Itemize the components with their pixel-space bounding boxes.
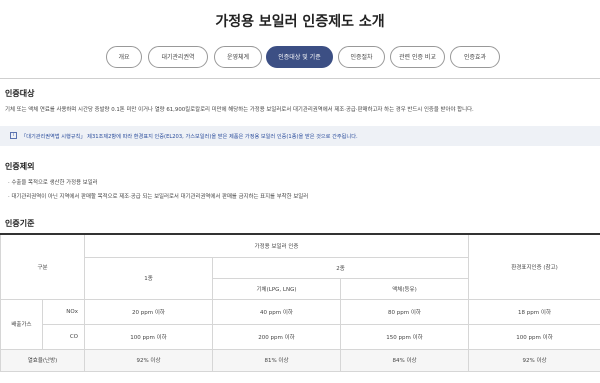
cell-value: 92% 이상 <box>468 348 600 372</box>
criteria-table: 구분 가정용 보일러 인증 환경표지인증 (참고) 1종 2종 기체(LPG, … <box>0 233 600 383</box>
table-row: 배출가스 NOx 20 ppm 이하 40 ppm 이하 80 ppm 이하 1… <box>0 298 600 350</box>
exclusion-item: · 대기관리권역이 아닌 지역에서 판매할 목적으로 제조·공급 되는 보일러로… <box>8 194 309 200</box>
page-title: 가정용 보일러 인증제도 소개 <box>215 14 385 30</box>
cell-value: 18 ppm 이하 <box>468 298 600 325</box>
cell-value: 92% 이상 <box>84 348 213 372</box>
row-emission-label: 배출가스 <box>0 298 43 350</box>
section-criteria-title: 인증기준 <box>5 219 35 228</box>
col-type1: 1종 <box>84 256 213 300</box>
exclusion-item: · 수출을 목적으로 생산한 가정용 보일러 <box>8 180 98 186</box>
cell-value: 100 ppm 이하 <box>468 323 600 350</box>
col-type2-liquid: 액체(등유) <box>339 277 470 300</box>
row-label: CO <box>42 323 85 350</box>
note-text: 「대기관리권역법 시행규칙」 제31조제2항에 따라 환경표지 인증(EL203… <box>21 134 358 140</box>
cell-value: 84% 이상 <box>339 348 470 372</box>
tab-target-and-criteria[interactable]: 인증대상 및 기준 <box>266 46 333 68</box>
cell-value: 150 ppm 이하 <box>339 323 470 350</box>
table-row: CO 100 ppm 이하 200 ppm 이하 150 ppm 이하 100 … <box>1 323 600 350</box>
cell-value: 200 ppm 이하 <box>212 323 341 350</box>
cell-value: 20 ppm 이하 <box>84 298 213 325</box>
section-target-title: 인증대상 <box>5 89 35 98</box>
tab-effects[interactable]: 인증효과 <box>450 46 500 68</box>
divider <box>0 78 600 79</box>
section-exclusion-title: 인증제외 <box>5 162 35 171</box>
tab-air-management-zone[interactable]: 대기관리권역 <box>148 46 208 68</box>
row-label: NOx <box>42 298 85 325</box>
cell-value: 100 ppm 이하 <box>84 323 213 350</box>
info-icon: i <box>10 132 17 139</box>
tab-comparison[interactable]: 관련 인증 비교 <box>390 46 445 68</box>
col-category: 구분 <box>0 233 85 300</box>
cell-value: 40 ppm 이하 <box>212 298 341 325</box>
tab-operation-system[interactable]: 운영체계 <box>214 46 262 68</box>
target-text: 기체 또는 액체 연료를 사용하며 시간당 증발량 0.1톤 미만 이거나 열량… <box>5 107 474 113</box>
row-efficiency-label: 열효율(난방) <box>0 348 85 372</box>
tab-bar: 개요 대기관리권역 운영체계 인증대상 및 기준 인증절차 관련 인증 비교 인… <box>106 46 506 70</box>
table-row: 열효율(난방) 92% 이상 81% 이상 84% 이상 92% 이상 <box>0 348 600 372</box>
col-group-header: 가정용 보일러 인증 <box>83 233 470 258</box>
note-box: i 「대기관리권역법 시행규칙」 제31조제2항에 따라 환경표지 인증(EL2… <box>0 126 600 146</box>
cell-value: 80 ppm 이하 <box>339 298 470 325</box>
tab-procedure[interactable]: 인증절차 <box>338 46 385 68</box>
col-type2-gas: 기체(LPG, LNG) <box>212 277 341 300</box>
tab-overview[interactable]: 개요 <box>106 46 142 68</box>
cell-value: 81% 이상 <box>212 348 341 372</box>
col-eco-label: 환경표지인증 (참고) <box>468 233 600 300</box>
page: 가정용 보일러 인증제도 소개 개요 대기관리권역 운영체계 인증대상 및 기준… <box>0 0 600 383</box>
col-type2: 2종 <box>211 256 470 279</box>
